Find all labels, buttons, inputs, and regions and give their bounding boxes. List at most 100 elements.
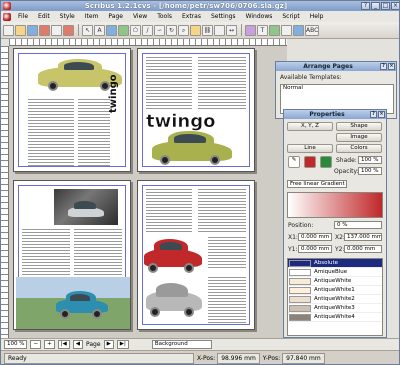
gradient-preview[interactable] xyxy=(287,192,383,218)
link-frames-icon[interactable]: ⛓ xyxy=(202,24,213,36)
prev-page-icon[interactable]: ◀ xyxy=(72,340,84,349)
zoom-out-icon[interactable]: − xyxy=(30,340,42,349)
palette-help-button[interactable]: ? xyxy=(370,111,377,118)
text-column[interactable] xyxy=(28,99,74,167)
swatch-row[interactable]: AntiqueWhite3 xyxy=(288,304,382,313)
position-spinbox[interactable]: 0 % xyxy=(334,221,382,229)
gradient-type-select[interactable]: Free linear Gradient xyxy=(287,180,347,188)
measure-icon[interactable]: ↔ xyxy=(226,24,237,36)
text-column[interactable] xyxy=(198,189,246,233)
menu-view[interactable]: View xyxy=(128,13,152,20)
stroke-color-icon[interactable]: ✎ xyxy=(288,156,300,168)
next-page-icon[interactable]: ▶ xyxy=(103,340,114,349)
link-icon[interactable] xyxy=(293,24,304,36)
tab-colors[interactable]: Colors xyxy=(336,144,382,153)
page-3[interactable] xyxy=(13,180,131,330)
text-column[interactable] xyxy=(198,57,246,111)
text-column[interactable] xyxy=(146,189,192,233)
menu-edit[interactable]: Edit xyxy=(33,13,55,20)
swatch-row[interactable]: AntiqueWhite2 xyxy=(288,295,382,304)
abc-icon[interactable]: ABC xyxy=(305,24,319,36)
x2-spinbox[interactable]: 137.000 mm xyxy=(344,233,382,241)
cutaway-car-photo[interactable] xyxy=(144,279,204,319)
twingo-vertical-logo[interactable]: twingo xyxy=(108,74,119,113)
menu-windows[interactable]: Windows xyxy=(241,13,278,20)
shade-spinbox[interactable]: 100 % xyxy=(358,156,382,164)
document-canvas[interactable]: twingo twingo xyxy=(9,46,287,338)
x1-spinbox[interactable]: 0.000 mm xyxy=(298,233,332,241)
scribus-app-icon[interactable] xyxy=(3,2,11,10)
pdf-button-icon[interactable] xyxy=(245,24,256,36)
color-swatch-list[interactable]: Absolute AmiqueBlue AntiqueWhite Antique… xyxy=(287,258,383,336)
minimize-button[interactable]: _ xyxy=(371,2,380,10)
menu-tools[interactable]: Tools xyxy=(152,13,177,20)
save-icon[interactable] xyxy=(27,24,38,36)
palette-close-button[interactable]: × xyxy=(388,63,395,70)
image-frame-icon[interactable] xyxy=(106,24,117,36)
menu-item[interactable]: Item xyxy=(80,13,104,20)
pdf-field-icon[interactable]: T xyxy=(257,24,268,36)
fill-color-icon[interactable] xyxy=(304,156,316,168)
gradient-icon[interactable] xyxy=(320,156,332,168)
text-column[interactable] xyxy=(208,237,246,269)
help-button[interactable]: ? xyxy=(361,2,370,10)
swatch-row[interactable]: AmiqueBlue xyxy=(288,268,382,277)
palette-title-bar[interactable]: Properties ? × xyxy=(284,110,386,119)
first-page-icon[interactable]: |◀ xyxy=(57,340,70,349)
print-icon[interactable] xyxy=(51,24,62,36)
page-1[interactable]: twingo xyxy=(13,48,131,172)
unlink-frames-icon[interactable] xyxy=(214,24,225,36)
vertical-ruler[interactable] xyxy=(1,46,9,338)
zoom-in-icon[interactable]: + xyxy=(44,340,55,349)
shape-icon[interactable] xyxy=(118,24,129,36)
car-photo[interactable] xyxy=(66,199,106,221)
rotate-icon[interactable]: ↻ xyxy=(166,24,177,36)
page-2[interactable]: twingo xyxy=(137,48,255,172)
swatch-row[interactable]: AntiqueWhite4 xyxy=(288,313,382,322)
new-icon[interactable] xyxy=(3,24,14,36)
layer-select[interactable]: Background xyxy=(151,340,212,349)
swatch-row[interactable]: AntiqueWhite xyxy=(288,277,382,286)
maximize-button[interactable]: □ xyxy=(381,2,390,10)
polygon-icon[interactable]: ⬠ xyxy=(130,24,141,36)
horizontal-ruler[interactable] xyxy=(9,39,287,46)
tab-image[interactable]: Image xyxy=(336,133,382,142)
annotation-icon[interactable] xyxy=(281,24,292,36)
bezier-icon[interactable]: ∽ xyxy=(154,24,165,36)
open-icon[interactable] xyxy=(15,24,26,36)
text-column[interactable] xyxy=(78,99,110,167)
text-column[interactable] xyxy=(22,229,70,277)
zoom-icon[interactable]: ⌕ xyxy=(178,24,189,36)
palette-title-bar[interactable]: Arrange Pages ? × xyxy=(276,62,396,71)
car-photo[interactable] xyxy=(54,287,110,319)
tab-line[interactable]: Line xyxy=(287,144,333,153)
text-frame-icon[interactable]: A xyxy=(94,24,105,36)
close-button[interactable]: × xyxy=(391,2,399,10)
pdf-icon[interactable] xyxy=(63,24,74,36)
tab-xyz[interactable]: X, Y, Z xyxy=(287,122,333,131)
swatch-row[interactable]: Absolute xyxy=(288,259,382,268)
zoom-spinbox[interactable]: 100 % xyxy=(4,340,28,349)
page-4[interactable] xyxy=(137,180,255,330)
tab-shape[interactable]: Shape xyxy=(336,122,382,131)
menu-file[interactable]: File xyxy=(13,13,33,20)
car-photo[interactable] xyxy=(150,127,234,167)
menu-help[interactable]: Help xyxy=(305,13,329,20)
close-doc-icon[interactable] xyxy=(39,24,50,36)
opacity-spinbox[interactable]: 100 % xyxy=(358,167,382,175)
text-column[interactable] xyxy=(146,57,192,111)
last-page-icon[interactable]: ▶| xyxy=(116,340,129,349)
y2-spinbox[interactable]: 0.000 mm xyxy=(344,245,382,253)
menu-script[interactable]: Script xyxy=(277,13,304,20)
menu-settings[interactable]: Settings xyxy=(206,13,241,20)
car-photo[interactable] xyxy=(142,235,204,275)
select-icon[interactable]: ↖ xyxy=(82,24,93,36)
text-column[interactable] xyxy=(74,229,122,277)
text-column[interactable] xyxy=(208,277,246,323)
menu-extras[interactable]: Extras xyxy=(177,13,206,20)
pdf-text-icon[interactable] xyxy=(269,24,280,36)
menu-page[interactable]: Page xyxy=(103,13,128,20)
palette-help-button[interactable]: ? xyxy=(380,63,387,70)
menu-style[interactable]: Style xyxy=(55,13,80,20)
edit-content-icon[interactable] xyxy=(190,24,201,36)
